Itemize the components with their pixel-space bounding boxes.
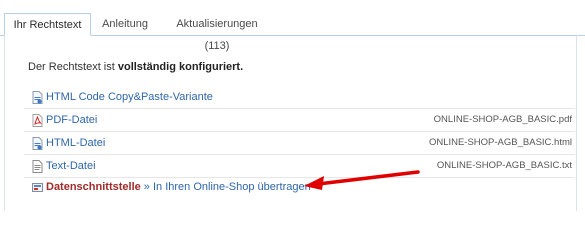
html-file-link[interactable]: HTML-Datei bbox=[46, 132, 105, 154]
status-text: Der Rechtstext ist vollständig konfiguri… bbox=[28, 61, 243, 73]
interface-label: Datenschnittstelle bbox=[46, 181, 141, 193]
tab-anleitung[interactable]: Anleitung bbox=[98, 13, 152, 35]
text-file-icon bbox=[32, 160, 43, 173]
list-item: HTML-Datei ONLINE-SHOP-AGB_BASIC.html bbox=[24, 132, 575, 155]
pdf-link[interactable]: PDF-Datei bbox=[46, 109, 97, 131]
tab-ihr-rechtstext[interactable]: Ihr Rechtstext bbox=[4, 13, 91, 36]
tab-aktualisierungen[interactable]: Aktualisierungen (113) bbox=[166, 13, 268, 52]
list-item: PDF-Datei ONLINE-SHOP-AGB_BASIC.pdf bbox=[24, 109, 575, 132]
tab-bar: Ihr Rechtstext Anleitung Aktualisierunge… bbox=[0, 0, 585, 52]
pdf-file-icon bbox=[32, 114, 43, 127]
file-name: ONLINE-SHOP-AGB_BASIC.pdf bbox=[433, 114, 572, 125]
html-file-icon bbox=[32, 91, 43, 104]
interface-link[interactable]: Datenschnittstelle » In Ihren Online-Sho… bbox=[46, 176, 311, 198]
text-file-link[interactable]: Text-Datei bbox=[46, 155, 96, 177]
interface-sublabel: » In Ihren Online-Shop übertragen bbox=[140, 181, 311, 193]
file-name: ONLINE-SHOP-AGB_BASIC.html bbox=[428, 137, 572, 148]
status-strong: vollständig konfiguriert. bbox=[117, 61, 244, 73]
list-item: HTML Code Copy&Paste-Variante bbox=[24, 86, 575, 109]
status-prefix: Der Rechtstext ist bbox=[28, 61, 118, 73]
html-code-link[interactable]: HTML Code Copy&Paste-Variante bbox=[46, 86, 213, 108]
interface-icon bbox=[32, 183, 43, 192]
red-arrow-icon bbox=[304, 170, 420, 190]
file-name: ONLINE-SHOP-AGB_BASIC.txt bbox=[436, 160, 572, 171]
html-file-icon bbox=[32, 137, 43, 150]
